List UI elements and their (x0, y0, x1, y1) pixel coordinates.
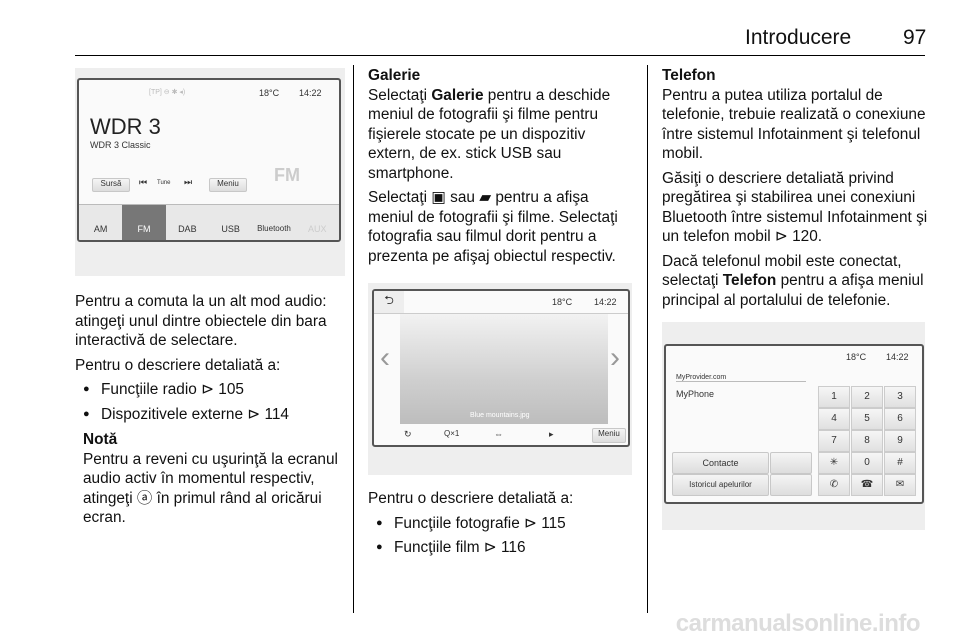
key-3[interactable]: 3 (884, 386, 916, 408)
header-rule (75, 55, 925, 56)
text: Selectaţi (368, 86, 432, 104)
contacts-button[interactable]: Contacte (672, 452, 769, 474)
clock: 14:22 (299, 88, 322, 98)
bold-term: Galerie (431, 86, 484, 104)
handsfree-toggle[interactable] (770, 474, 812, 496)
key-8[interactable]: 8 (851, 430, 883, 452)
clock: 14:22 (594, 297, 617, 307)
hang-up-icon[interactable]: ☎ (851, 474, 883, 496)
paragraph: Găsiţi o descriere detaliată privind pre… (662, 169, 928, 246)
fm-logo: FM (274, 165, 300, 185)
key-2[interactable]: 2 (851, 386, 883, 408)
key-7[interactable]: 7 (818, 430, 850, 452)
note-text: Pentru a reveni cu uşurinţă la ecranul a… (83, 450, 338, 527)
key-6[interactable]: 6 (884, 408, 916, 430)
key-0[interactable]: 0 (851, 452, 883, 474)
paragraph: Pentru a comuta la un alt mod audio: ati… (75, 293, 327, 349)
column-1-text: Pentru a comuta la un alt mod audio: ati… (75, 292, 347, 528)
rotate-icon[interactable]: ↻ (404, 429, 412, 440)
phone-screen-figure: 18°C 14:22 MyProvider.com MyPhone Contac… (662, 322, 925, 530)
watermark: carmanualsonline.info (675, 610, 921, 637)
tab-aux[interactable]: AUX (296, 205, 339, 240)
paragraph: Pentru o descriere detaliată a: (75, 356, 281, 374)
key-5[interactable]: 5 (851, 408, 883, 430)
temperature: 18°C (846, 352, 867, 362)
tab-bluetooth[interactable]: Bluetooth (252, 205, 295, 240)
key-hash[interactable]: # (884, 452, 916, 474)
paragraph: Pentru a putea utiliza portalul de telef… (662, 86, 926, 163)
next-icon[interactable]: ⏭ (184, 177, 192, 188)
temperature: 18°C (259, 88, 280, 98)
column-2-text-lower: Pentru o descriere detaliată a: Funcţiil… (368, 489, 636, 563)
gallery-screen-figure: ⮌ 18°C 14:22 Blue mountains.jpg ‹ › ↻ Q×… (368, 283, 632, 475)
station-name: WDR 3 (90, 114, 161, 139)
previous-arrow-icon[interactable]: ‹ (380, 341, 390, 375)
tune-button[interactable]: Tune (157, 180, 170, 186)
next-arrow-icon[interactable]: › (610, 341, 620, 375)
status-bar: ⮌ 18°C 14:22 (374, 291, 628, 314)
menu-button[interactable]: Meniu (209, 178, 247, 192)
page-number: 97 (903, 26, 927, 49)
heading-phone: Telefon (662, 67, 716, 84)
radio-screen: [TP] ⊖ ✱ ◂) 18°C 14:22 WDR 3 WDR 3 Class… (77, 78, 341, 242)
status-icons: [TP] ⊖ ✱ ◂) (149, 89, 186, 96)
tab-dab[interactable]: DAB (166, 205, 209, 240)
menu-button[interactable]: Meniu (592, 428, 626, 443)
phone-screen: 18°C 14:22 MyProvider.com MyPhone Contac… (664, 344, 924, 504)
list-item: Dispozitivele externe ⊳ 114 (75, 405, 347, 425)
source-tab-bar: AM FM DAB USB Bluetooth AUX (79, 204, 339, 240)
gallery-screen: ⮌ 18°C 14:22 Blue mountains.jpg ‹ › ↻ Q×… (372, 289, 630, 447)
list-item: Funcţiile radio ⊳ 105 (75, 380, 347, 400)
column-2-text: Galerie Selectaţi Galerie pentru a desch… (368, 66, 636, 271)
tab-usb[interactable]: USB (209, 205, 252, 240)
note-title: Notă (83, 431, 118, 448)
photo-caption: Blue mountains.jpg (470, 412, 530, 419)
tab-am[interactable]: AM (79, 205, 122, 240)
radio-screen-figure: [TP] ⊖ ✱ ◂) 18°C 14:22 WDR 3 WDR 3 Class… (75, 68, 345, 276)
key-1[interactable]: 1 (818, 386, 850, 408)
slideshow-icon[interactable]: ▸ (549, 429, 554, 440)
zoom-button[interactable]: Q×1 (444, 429, 459, 438)
heading-gallery: Galerie (368, 67, 421, 84)
voicemail-icon[interactable]: ✉ (884, 474, 916, 496)
source-button[interactable]: Sursă (92, 178, 130, 192)
previous-icon[interactable]: ⏮ (139, 177, 147, 188)
list-item: Funcţiile film ⊳ 116 (368, 538, 636, 558)
bold-term: Telefon (722, 272, 777, 289)
tab-fm[interactable]: FM (122, 205, 166, 240)
key-star[interactable]: ✳ (818, 452, 850, 474)
list-item: Funcţiile fotografie ⊳ 115 (368, 514, 636, 534)
station-subtitle: WDR 3 Classic (90, 140, 151, 150)
temperature: 18°C (552, 297, 573, 307)
column-3-text: Telefon Pentru a putea utiliza portalul … (662, 66, 928, 315)
key-9[interactable]: 9 (884, 430, 916, 452)
phone-name: MyPhone (676, 389, 715, 399)
mute-toggle[interactable] (770, 452, 812, 474)
back-icon[interactable]: ⮌ (374, 291, 404, 313)
clock: 14:22 (886, 352, 909, 362)
column-divider (353, 65, 354, 613)
provider-name: MyProvider.com (676, 374, 806, 382)
paragraph: Selectaţi ▣ sau ▰ pentru a afişa meniul … (368, 189, 618, 265)
photo: Blue mountains.jpg (400, 314, 608, 424)
fit-icon[interactable]: ⇔ (494, 429, 503, 439)
key-4[interactable]: 4 (818, 408, 850, 430)
paragraph: Pentru o descriere detaliată a: (368, 490, 574, 507)
section-title: Introducere (745, 26, 852, 49)
call-icon[interactable]: ✆ (818, 474, 850, 496)
call-history-button[interactable]: Istoricul apelurilor (672, 474, 769, 496)
column-divider (647, 65, 648, 613)
